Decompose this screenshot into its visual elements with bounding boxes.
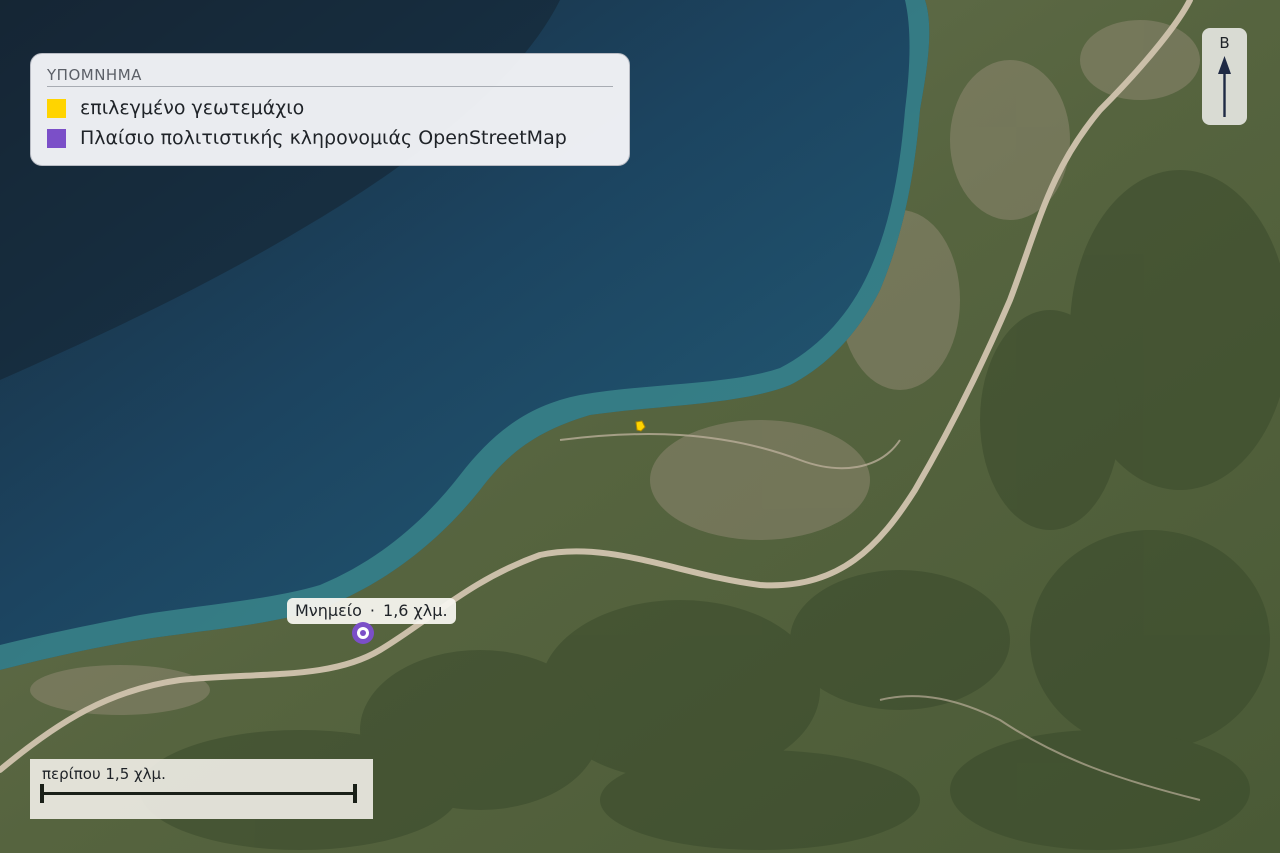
legend-title: ΥΠΟΜΝΗΜΑ: [47, 66, 613, 87]
poi-separator: ·: [369, 601, 376, 620]
legend-swatch-yellow: [47, 98, 66, 118]
poi-name: Μνημείο: [295, 601, 362, 620]
scale-bar: περίπου 1,5 χλμ.: [30, 759, 373, 819]
north-arrow: Β: [1202, 28, 1247, 125]
legend-item-selected-parcel: επιλεγμένο γεωτεμάχιο: [47, 93, 613, 123]
heritage-poi-icon[interactable]: [350, 620, 376, 646]
north-arrow-icon: [1218, 56, 1231, 117]
legend-label: Πλαίσιο πολιτιστικής κληρονομιάς OpenStr…: [80, 127, 567, 149]
map-view[interactable]: ΥΠΟΜΝΗΜΑ επιλεγμένο γεωτεμάχιο Πλαίσιο π…: [0, 0, 1280, 853]
legend-label: επιλεγμένο γεωτεμάχιο: [80, 97, 305, 119]
legend-swatch-purple: [47, 128, 66, 148]
legend-item-heritage-frame: Πλαίσιο πολιτιστικής κληρονομιάς OpenStr…: [47, 123, 613, 153]
poi-distance: 1,6 χλμ.: [383, 601, 448, 620]
selected-parcel-marker[interactable]: [633, 419, 647, 433]
scale-ruler: [40, 784, 357, 803]
map-legend: ΥΠΟΜΝΗΜΑ επιλεγμένο γεωτεμάχιο Πλαίσιο π…: [30, 53, 630, 166]
